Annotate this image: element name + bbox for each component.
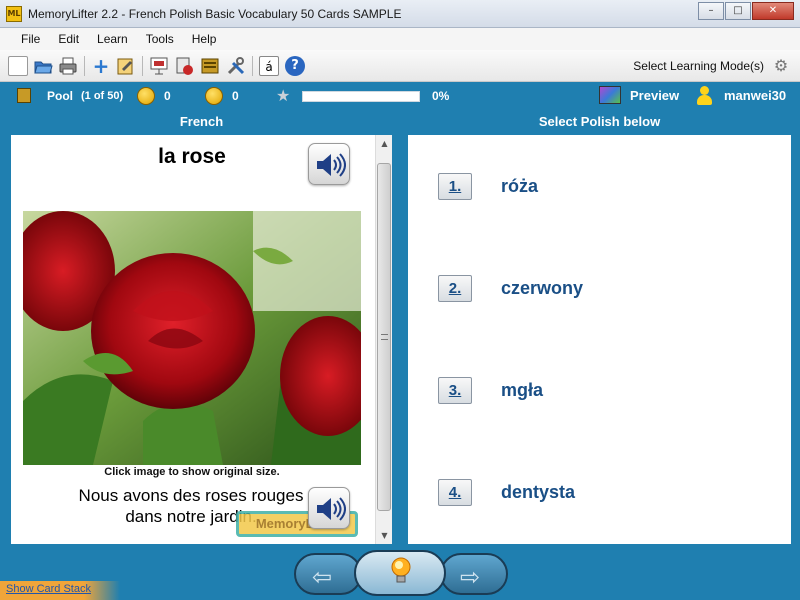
status-bar: Pool (1 of 50) 0 0 ★ 0% Preview manwei30 [0,83,800,109]
help-icon[interactable]: ? [285,56,305,76]
preview-button[interactable]: Preview [630,88,679,103]
forward-arrow-icon: ⇨ [460,563,481,591]
sad-smiley-icon [205,87,223,105]
question-panel: la rose Click image to show original siz… [11,135,392,544]
toolbar-separator [142,56,143,76]
answer-text[interactable]: czerwony [501,278,583,299]
answer-panel: 1. róża 2. czerwony 3. mgła 4. dentysta [408,135,791,544]
menu-bar: File Edit Learn Tools Help [0,28,800,50]
special-char-icon[interactable]: á [259,56,279,76]
sentence-audio-button[interactable] [308,487,350,529]
answer-number-button[interactable]: 1. [438,173,472,200]
add-icon[interactable]: + [91,56,111,76]
menu-learn[interactable]: Learn [88,32,137,46]
pool-label: Pool [47,89,73,103]
slideshow-icon[interactable] [149,56,169,76]
progress-percent: 0% [432,89,450,103]
scroll-up-icon[interactable]: ▲ [376,135,392,152]
answer-option-1[interactable]: 1. róża [438,173,538,200]
happy-count: 0 [164,89,171,103]
window-controls: – □ ✕ [697,2,794,20]
card-box-icon[interactable] [200,56,220,76]
window-title: MemoryLifter 2.2 - French Polish Basic V… [28,7,402,21]
happy-smiley-icon [137,87,155,105]
learning-mode-label[interactable]: Select Learning Mode(s) [633,59,764,73]
new-icon[interactable] [8,56,28,76]
answer-number-button[interactable]: 3. [438,377,472,404]
preview-icon[interactable] [599,86,621,104]
answer-number-button[interactable]: 2. [438,275,472,302]
title-bar: ML MemoryLifter 2.2 - French Polish Basi… [0,0,800,28]
sad-count: 0 [232,89,239,103]
star-icon: ★ [276,86,291,105]
print-icon[interactable] [58,56,78,76]
word-audio-button[interactable] [308,143,350,185]
back-arrow-icon: ⇦ [312,563,333,591]
minimize-button[interactable]: – [698,2,724,20]
answer-header: Select Polish below [538,114,661,129]
open-icon[interactable] [33,56,53,76]
hint-button[interactable] [354,550,446,596]
menu-file[interactable]: File [12,32,49,46]
answer-option-3[interactable]: 3. mgła [438,377,543,404]
toolbar: + á ? Select Learning Mode(s) ⚙ [0,50,800,82]
scroll-thumb[interactable] [377,163,391,511]
menu-help[interactable]: Help [183,32,226,46]
show-card-stack-tab[interactable]: Show Card Stack [0,581,120,600]
scroll-down-icon[interactable]: ▼ [376,527,392,544]
rose-image[interactable] [11,211,376,465]
progress-bar [302,91,420,102]
toolbar-separator [252,56,253,76]
answer-text[interactable]: mgła [501,380,543,401]
maximize-button[interactable]: □ [725,2,751,20]
menu-edit[interactable]: Edit [49,32,88,46]
forward-button[interactable]: ⇨ [440,553,508,595]
username[interactable]: manwei30 [724,88,786,103]
answer-text[interactable]: dentysta [501,482,575,503]
question-scrollbar[interactable]: ▲ ▼ [375,135,392,544]
tools-icon[interactable] [226,56,246,76]
show-card-stack-link[interactable]: Show Card Stack [6,583,91,595]
lightbulb-icon [391,557,411,583]
user-icon [696,86,712,106]
statistics-icon[interactable] [174,56,194,76]
menu-tools[interactable]: Tools [137,32,183,46]
gear-icon[interactable]: ⚙ [770,56,792,76]
image-caption: Click image to show original size. [104,466,280,478]
question-header: French [179,114,224,129]
pool-icon [17,88,31,103]
back-button[interactable]: ⇦ [294,553,362,595]
speaker-icon [317,153,346,177]
pool-count: (1 of 50) [81,90,124,102]
speaker-icon [317,497,346,521]
answer-option-2[interactable]: 2. czerwony [438,275,583,302]
answer-text[interactable]: róża [501,176,538,197]
bottom-navigation: ⇦ ⇨ [0,545,800,600]
answer-option-4[interactable]: 4. dentysta [438,479,575,506]
toolbar-separator [84,56,85,76]
app-icon: ML [6,6,22,22]
answer-number-button[interactable]: 4. [438,479,472,506]
edit-icon[interactable] [116,56,136,76]
close-button[interactable]: ✕ [752,2,794,20]
